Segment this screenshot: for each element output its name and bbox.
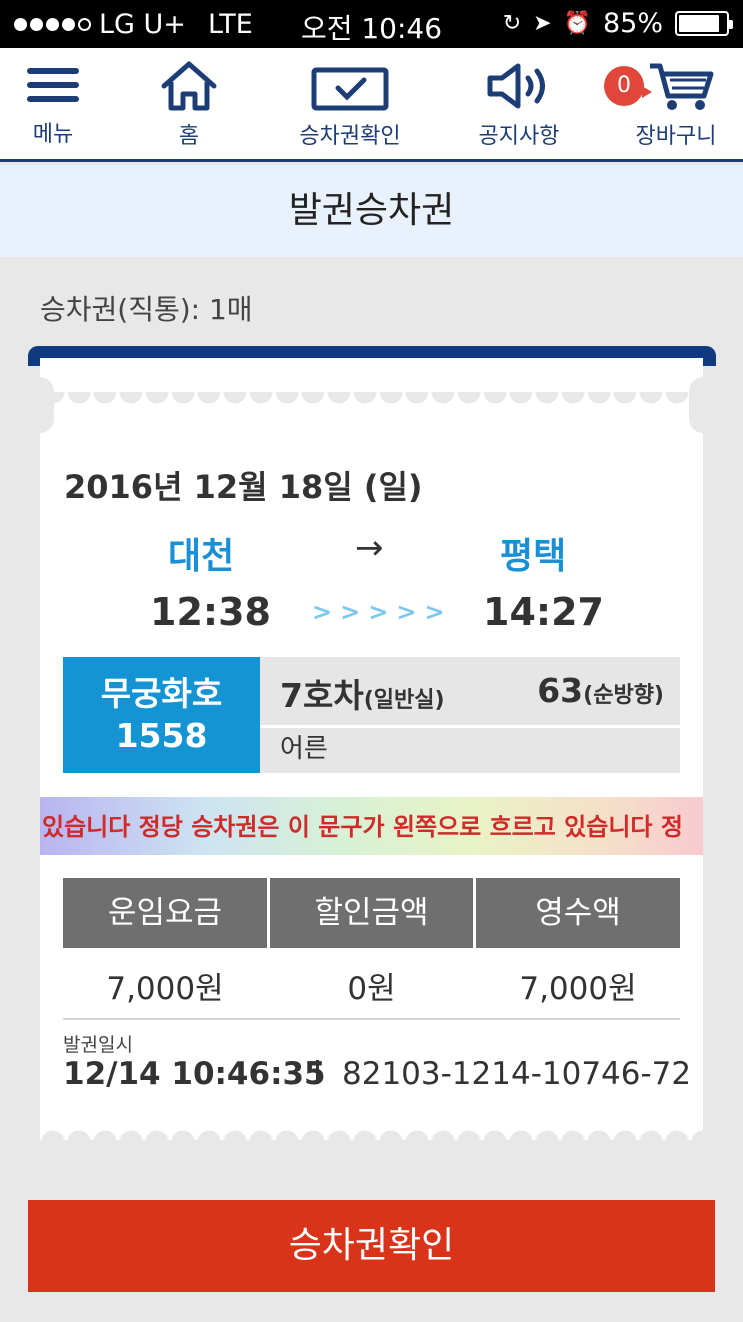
train-number: 1558 [115,716,208,755]
validity-marquee: 있습니다 정당 승차권은 이 문구가 왼쪽으로 흐르고 있습니다 정 [40,797,703,855]
seat-number: 63(순방향) [537,671,664,710]
page-title: 발권승차권 [0,165,743,257]
travel-date: 2016년 12월 18일 (일) [64,468,423,506]
passenger-type: 어른 [260,728,680,773]
battery-icon [675,11,733,36]
divider [63,1018,680,1020]
fare-header-paid: 영수액 [476,878,680,948]
cart-button[interactable]: 장바구니 [628,60,724,150]
departure-time: 12:38 [150,590,271,634]
confirm-ticket-button[interactable]: 승차권확인 [28,1200,715,1292]
rotation-lock-icon: ↻ [502,11,522,36]
fare-value-paid: 7,000원 [519,971,637,1007]
fare-value-base: 7,000원 [106,971,224,1007]
issue-label: 발권일시 [63,1034,133,1056]
chevrons-icon: >>>>> [312,598,453,626]
ticket-check-button[interactable]: 승차권확인 [292,60,408,150]
route-arrow-icon: → [355,528,384,568]
home-icon [161,61,217,111]
home-label: 홈 [178,124,200,149]
ticket-perforation-top [40,392,703,418]
departure-station: 대천 [168,536,235,577]
fare-header-discount: 할인금액 [270,878,473,948]
ticket-perforation-bottom [40,1126,703,1142]
ticket-count: 승차권(직통): 1매 [40,293,253,326]
home-button[interactable]: 홈 [156,60,222,150]
issue-separator [316,1060,319,1084]
ticket-number: 82103-1214-10746-72 [342,1056,692,1092]
ticket-check-label: 승차권확인 [299,124,401,149]
hamburger-icon [27,68,79,102]
location-arrow-icon: ➤ [533,11,552,36]
fare-value-discount: 0원 [347,971,396,1007]
arrival-time: 14:27 [483,590,604,634]
issue-time: 12/14 10:46:35 [63,1056,326,1092]
fare-header-base: 운임요금 [63,878,267,948]
car-number: 7호차(일반실) [280,676,445,715]
battery-percent: 85% [602,8,663,39]
ticket-notch-left [26,377,54,433]
notice-label: 공지사항 [478,124,560,149]
train-name: 무궁화호 [100,674,223,713]
cart-count-badge: 0 [604,66,652,106]
status-bar: LG U+ LTE 오전 10:46 ↻ ➤ ⏰ 85% [0,0,743,48]
train-info: 무궁화호 1558 [63,657,260,773]
marquee-text: 있습니다 정당 승차권은 이 문구가 왼쪽으로 흐르고 있습니다 정 [42,813,683,841]
alarm-icon: ⏰ [563,11,591,36]
notice-button[interactable]: 공지사항 [474,60,564,150]
menu-button[interactable]: 메뉴 [20,60,86,148]
ticket-notch-right [689,377,717,433]
ticket-check-icon [311,67,389,111]
top-nav: 메뉴 홈 승차권확인 공지사항 장바구니 [0,48,743,162]
menu-label: 메뉴 [32,122,74,147]
cart-label: 장바구니 [635,124,717,149]
speaker-icon [487,63,545,109]
arrival-station: 평택 [500,536,567,577]
seat-info: 7호차(일반실) 63(순방향) [260,657,680,725]
